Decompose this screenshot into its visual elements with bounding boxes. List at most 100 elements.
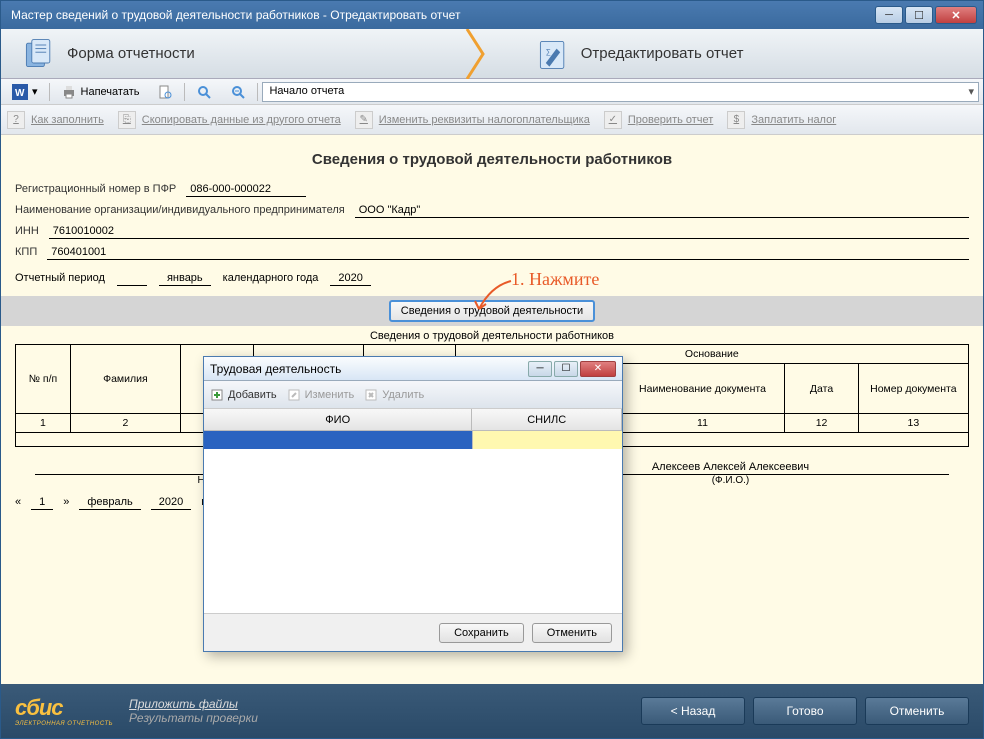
bottom-links: Приложить файлы Результаты проверки: [129, 697, 258, 725]
org-label: Наименование организации/индивидуального…: [15, 204, 345, 216]
period-month[interactable]: январь: [159, 272, 211, 286]
zoom-fit-icon: [230, 84, 246, 100]
add-button[interactable]: Добавить: [210, 388, 277, 402]
colnum-13: 13: [858, 414, 968, 433]
back-button[interactable]: < Назад: [641, 697, 745, 725]
kpp-value[interactable]: 760401001: [47, 245, 969, 260]
table-row[interactable]: [204, 431, 622, 449]
dialog-close-button[interactable]: ✕: [580, 361, 616, 377]
dialog-minimize-button[interactable]: ─: [528, 361, 552, 377]
bottom-bar: сбис ЭЛЕКТРОННАЯ ОТЧЕТНОСТЬ Приложить фа…: [1, 684, 983, 738]
titlebar: Мастер сведений о трудовой деятельности …: [1, 1, 983, 29]
wizard-step2-label: Отредактировать отчет: [581, 45, 744, 62]
section-dropdown[interactable]: Начало отчета: [262, 82, 979, 102]
col-snils[interactable]: СНИЛС: [472, 409, 622, 430]
zoom-icon: [196, 84, 212, 100]
dialog-grid-body[interactable]: [204, 431, 622, 613]
zoom-fit-button[interactable]: [223, 81, 253, 103]
window-title: Мастер сведений о трудовой деятельности …: [7, 8, 875, 22]
minimize-button[interactable]: ─: [875, 6, 903, 24]
cell-fio[interactable]: [204, 431, 473, 449]
th-date: Дата: [785, 364, 858, 414]
wizard-step-edit[interactable]: ∑ Отредактировать отчет: [515, 36, 764, 72]
edit-report-icon: ∑: [535, 36, 571, 72]
plus-icon: [210, 388, 224, 402]
delete-button[interactable]: Удалить: [364, 388, 424, 402]
labor-info-button[interactable]: Сведения о трудовой деятельности: [389, 300, 595, 322]
th-docnum: Номер документа: [858, 364, 968, 414]
col-fio[interactable]: ФИО: [204, 409, 472, 430]
print-button[interactable]: Напечатать: [54, 81, 147, 103]
help-icon: ?: [7, 111, 25, 129]
th-num: № п/п: [16, 345, 71, 414]
colnum-1: 1: [16, 414, 71, 433]
th-docname: Наименование документа: [620, 364, 785, 414]
colnum-2: 2: [70, 414, 180, 433]
maximize-button[interactable]: ☐: [905, 6, 933, 24]
dialog-title: Трудовая деятельность: [210, 362, 528, 376]
edit-icon: ✎: [355, 111, 373, 129]
logo: сбис ЭЛЕКТРОННАЯ ОТЧЕТНОСТЬ: [15, 695, 113, 727]
dialog-footer: Сохранить Отменить: [204, 613, 622, 651]
inn-label: ИНН: [15, 225, 39, 237]
save-button[interactable]: Сохранить: [439, 623, 524, 643]
action-toolbar: ?Как заполнить ⎘Скопировать данные из др…: [1, 105, 983, 135]
word-export-button[interactable]: W▾: [5, 81, 45, 103]
labor-activity-dialog: Трудовая деятельность ─ ☐ ✕ Добавить Изм…: [203, 356, 623, 652]
dropdown-value: Начало отчета: [269, 85, 344, 97]
change-requisites-link[interactable]: ✎Изменить реквизиты налогоплательщика: [355, 111, 590, 129]
page-icon: [157, 84, 173, 100]
wizard-step-form[interactable]: Форма отчетности: [1, 36, 215, 72]
copy-data-link[interactable]: ⎘Скопировать данные из другого отчета: [118, 111, 341, 129]
print-day[interactable]: 1: [31, 496, 53, 510]
print-year[interactable]: 2020: [151, 496, 191, 510]
info-strip: Сведения о трудовой деятельности: [1, 296, 983, 326]
wizard-step1-label: Форма отчетности: [67, 45, 195, 62]
pencil-icon: [287, 388, 301, 402]
dialog-maximize-button[interactable]: ☐: [554, 361, 578, 377]
period-blank[interactable]: [117, 272, 147, 286]
howto-link[interactable]: ?Как заполнить: [7, 111, 104, 129]
close-button[interactable]: ✕: [935, 6, 977, 24]
period-label: Отчетный период: [15, 272, 105, 284]
document-title: Сведения о трудовой деятельности работни…: [15, 151, 969, 168]
dialog-toolbar: Добавить Изменить Удалить: [204, 381, 622, 409]
table-caption: Сведения о трудовой деятельности работни…: [15, 330, 969, 342]
check-report-link[interactable]: ✓Проверить отчет: [604, 111, 714, 129]
attach-files-link[interactable]: Приложить файлы: [129, 697, 258, 711]
window-controls: ─ ☐ ✕: [875, 6, 977, 24]
print-month[interactable]: февраль: [79, 496, 140, 510]
cell-snils[interactable]: [473, 431, 622, 449]
copy-icon: ⎘: [118, 111, 136, 129]
svg-text:W: W: [15, 88, 25, 99]
pay-tax-link[interactable]: $Заплатить налог: [727, 111, 836, 129]
check-icon: ✓: [604, 111, 622, 129]
main-toolbar: W▾ Напечатать Начало отчета: [1, 79, 983, 105]
kpp-label: КПП: [15, 246, 37, 258]
print-label: Напечатать: [81, 86, 140, 98]
form-icon: [21, 36, 57, 72]
word-icon: W: [12, 84, 28, 100]
dialog-cancel-button[interactable]: Отменить: [532, 623, 612, 643]
ready-button[interactable]: Готово: [753, 697, 857, 725]
th-fam: Фамилия: [70, 345, 180, 414]
reg-value[interactable]: 086-000-000022: [186, 182, 306, 197]
colnum-12: 12: [785, 414, 858, 433]
org-value[interactable]: ООО "Кадр": [355, 203, 969, 218]
period-year[interactable]: 2020: [330, 272, 370, 286]
delete-icon: [364, 388, 378, 402]
dialog-titlebar[interactable]: Трудовая деятельность ─ ☐ ✕: [204, 357, 622, 381]
reg-label: Регистрационный номер в ПФР: [15, 183, 176, 195]
svg-text:∑: ∑: [546, 47, 551, 56]
wizard-arrow-icon: [465, 29, 495, 79]
printer-icon: [61, 84, 77, 100]
edit-button[interactable]: Изменить: [287, 388, 355, 402]
colnum-11: 11: [620, 414, 785, 433]
pay-icon: $: [727, 111, 745, 129]
inn-value[interactable]: 7610010002: [49, 224, 969, 239]
cancel-button[interactable]: Отменить: [865, 697, 969, 725]
zoom-actual-button[interactable]: [189, 81, 219, 103]
dialog-grid-header: ФИО СНИЛС: [204, 409, 622, 431]
check-results-label: Результаты проверки: [129, 711, 258, 725]
tool-button-1[interactable]: [150, 81, 180, 103]
